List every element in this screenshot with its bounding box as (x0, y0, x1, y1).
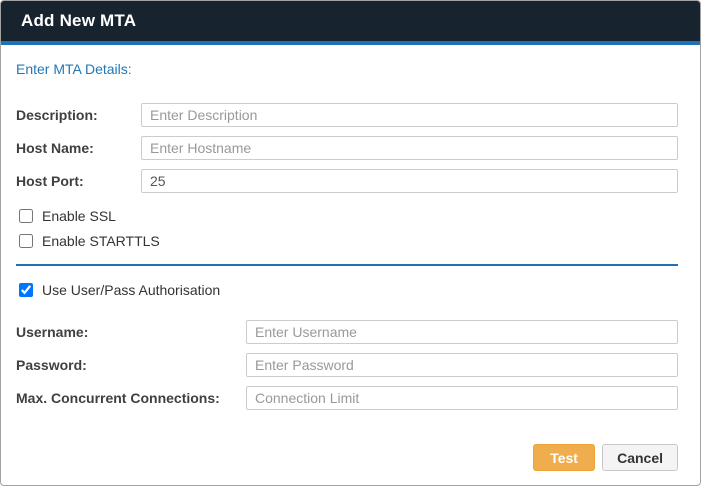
host-name-label: Host Name: (16, 140, 141, 156)
description-label: Description: (16, 107, 141, 123)
cancel-button[interactable]: Cancel (602, 444, 678, 471)
password-label: Password: (16, 357, 246, 373)
section-divider (16, 264, 678, 266)
button-bar: Test Cancel (16, 444, 678, 471)
host-port-input[interactable] (141, 169, 678, 193)
use-auth-label: Use User/Pass Authorisation (42, 282, 220, 298)
password-row: Password: (16, 353, 678, 377)
host-name-input[interactable] (141, 136, 678, 160)
host-port-row: Host Port: (16, 169, 678, 193)
host-name-row: Host Name: (16, 136, 678, 160)
dialog-header: Add New MTA (1, 1, 700, 45)
username-row: Username: (16, 320, 678, 344)
section-heading: Enter MTA Details: (16, 61, 678, 77)
enable-ssl-label: Enable SSL (42, 208, 116, 224)
enable-starttls-checkbox[interactable] (19, 234, 33, 248)
host-port-label: Host Port: (16, 173, 141, 189)
dialog-body: Enter MTA Details: Description: Host Nam… (1, 45, 700, 485)
username-label: Username: (16, 324, 246, 340)
enable-starttls-label: Enable STARTTLS (42, 233, 160, 249)
description-row: Description: (16, 103, 678, 127)
use-auth-row: Use User/Pass Authorisation (16, 282, 678, 298)
max-connections-row: Max. Concurrent Connections: (16, 386, 678, 410)
dialog-title: Add New MTA (21, 11, 136, 31)
password-input[interactable] (246, 353, 678, 377)
enable-ssl-checkbox[interactable] (19, 209, 33, 223)
ssl-checkbox-group: Enable SSL Enable STARTTLS (16, 208, 678, 249)
add-mta-dialog: Add New MTA Enter MTA Details: Descripti… (0, 0, 701, 486)
username-input[interactable] (246, 320, 678, 344)
test-button[interactable]: Test (533, 444, 595, 471)
description-input[interactable] (141, 103, 678, 127)
max-connections-label: Max. Concurrent Connections: (16, 390, 246, 406)
max-connections-input[interactable] (246, 386, 678, 410)
use-auth-checkbox[interactable] (19, 283, 33, 297)
enable-starttls-row: Enable STARTTLS (16, 233, 678, 249)
enable-ssl-row: Enable SSL (16, 208, 678, 224)
